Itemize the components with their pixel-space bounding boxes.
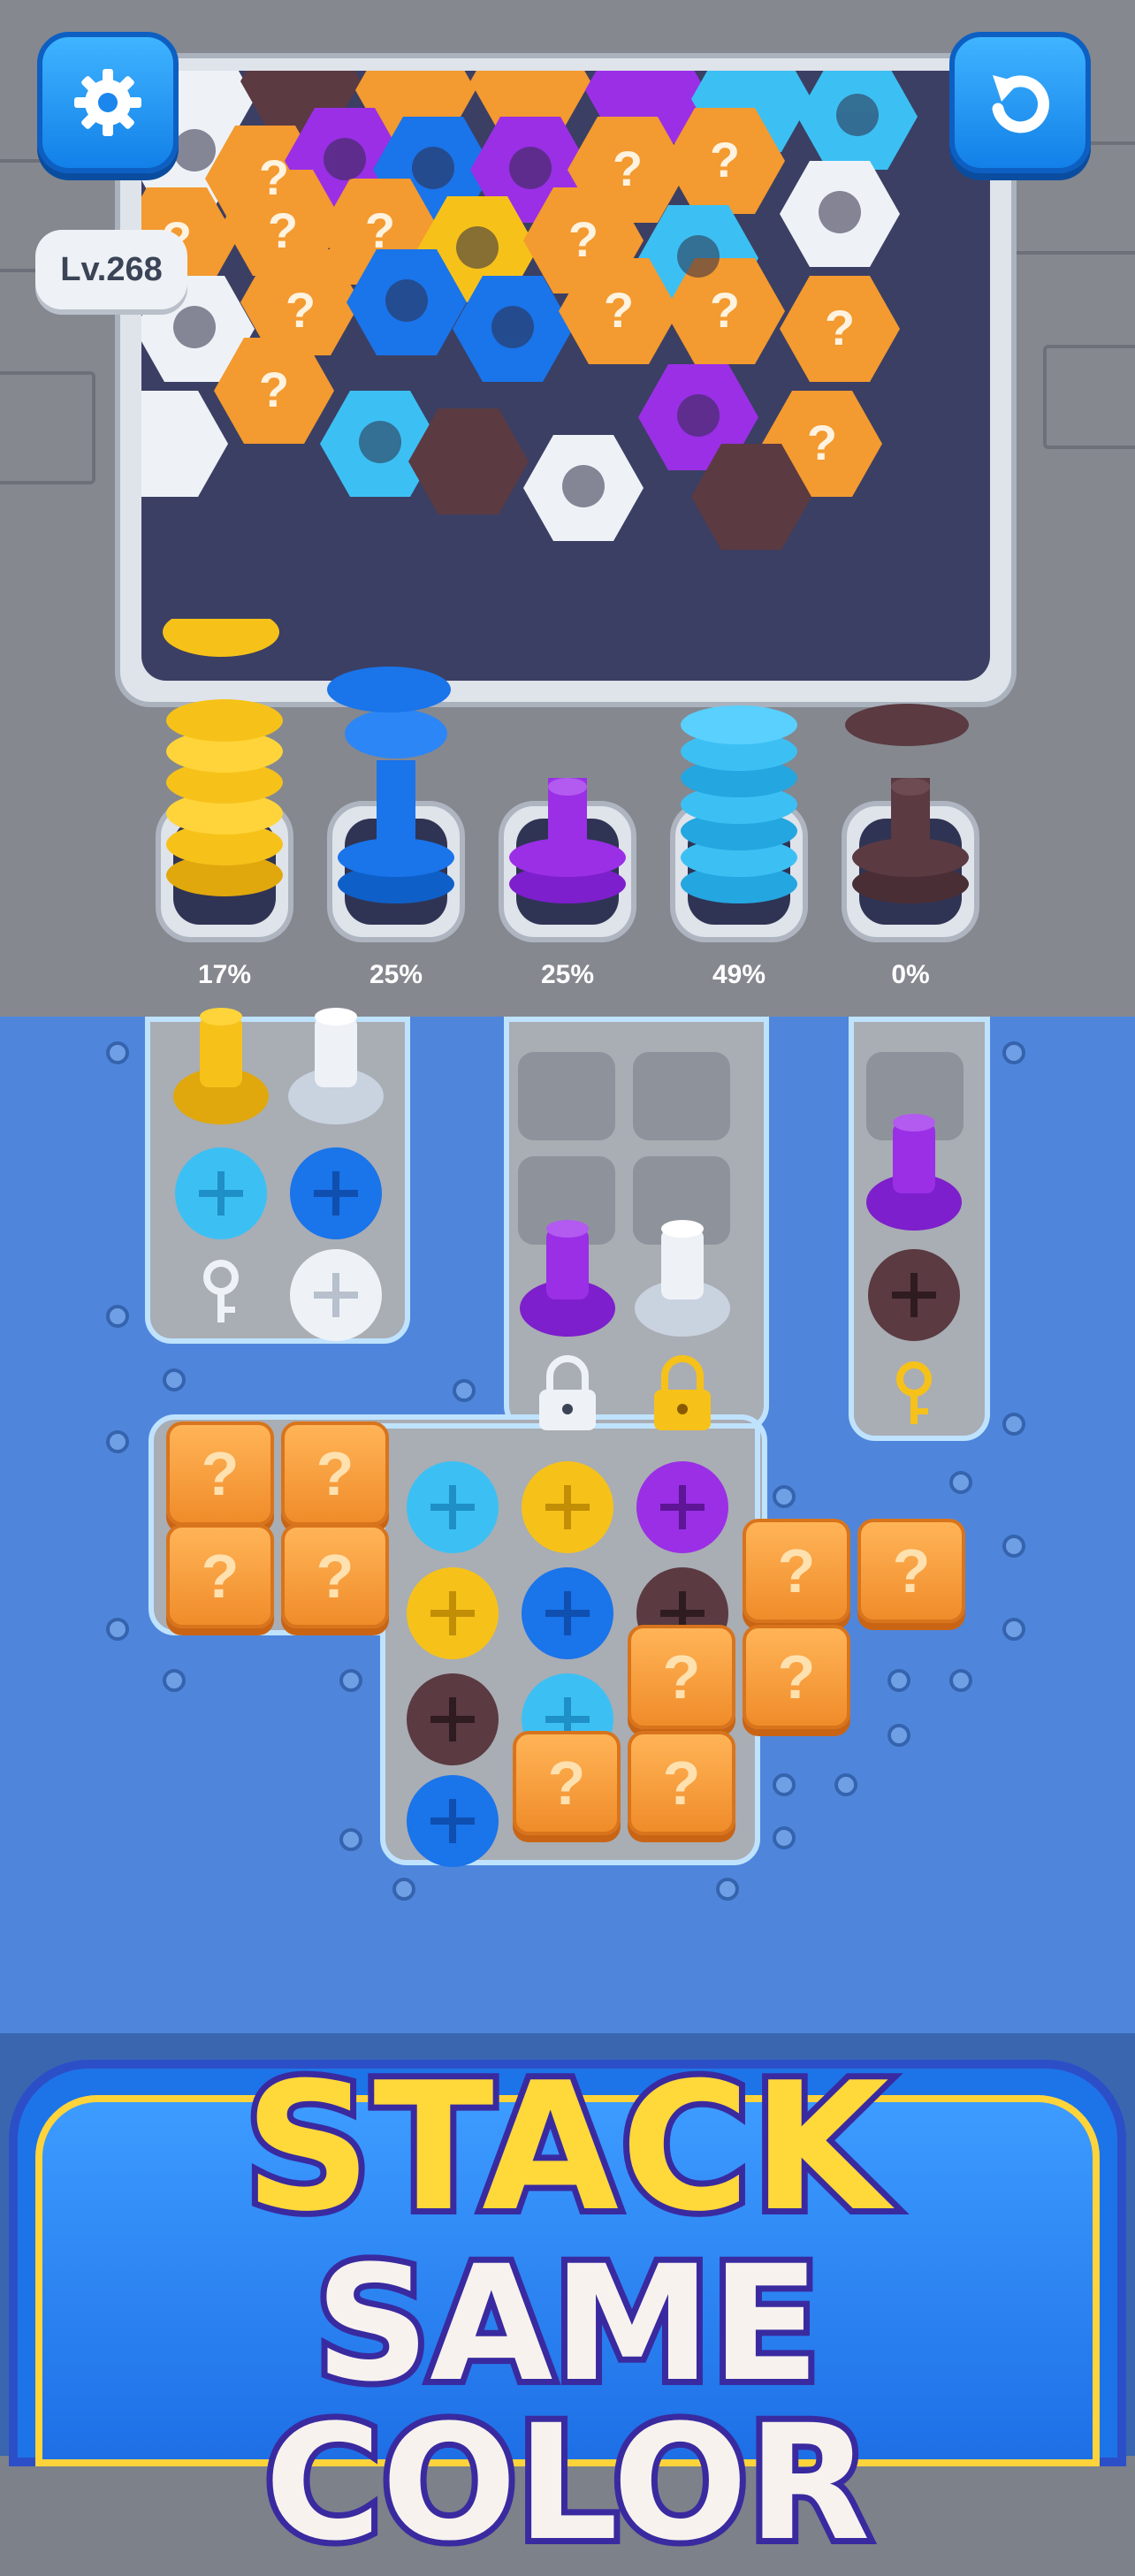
brown-nut-stack	[845, 704, 969, 903]
rivet	[949, 1669, 972, 1692]
peg-stacks	[163, 619, 969, 903]
rivet	[453, 1379, 476, 1402]
mystery-box[interactable]: ?	[628, 1625, 735, 1729]
key-icon	[896, 1361, 932, 1424]
settings-button[interactable]	[37, 32, 179, 173]
rivet	[339, 1669, 362, 1692]
blue-nut-stack	[327, 667, 454, 903]
mystery-box[interactable]: ?	[857, 1519, 965, 1623]
rivet	[339, 1828, 362, 1851]
mystery-box[interactable]: ?	[166, 1524, 274, 1628]
rivet	[716, 1878, 739, 1901]
key-icon	[203, 1260, 239, 1322]
svg-text:?: ?	[825, 300, 855, 355]
white-bolt	[635, 1220, 730, 1337]
rivet	[106, 1305, 129, 1328]
rivet	[773, 1773, 796, 1796]
rivet	[773, 1485, 796, 1508]
cyan-nut-stack	[681, 705, 797, 903]
level-badge: Lv.268	[35, 230, 187, 309]
purple-bolt	[866, 1114, 962, 1231]
peg-percent-brown: 0%	[891, 960, 930, 989]
banner-title-line1: STACK	[238, 2045, 895, 2251]
peg-percent-purple: 25%	[540, 960, 595, 989]
restart-button[interactable]	[949, 32, 1091, 173]
mystery-box[interactable]: ?	[166, 1421, 274, 1526]
mystery-box[interactable]: ?	[281, 1524, 389, 1628]
svg-text:?: ?	[604, 282, 634, 338]
lock-icon	[654, 1355, 711, 1430]
wall-brick	[1043, 345, 1135, 449]
rivet	[106, 1430, 129, 1453]
svg-text:?: ?	[286, 282, 316, 338]
rivet	[1002, 1535, 1025, 1558]
rivet	[106, 1041, 129, 1064]
svg-text:?: ?	[259, 149, 289, 205]
rivet	[1002, 1618, 1025, 1641]
purple-nut-stack	[509, 778, 626, 903]
yellow-nut-stack	[163, 619, 283, 896]
rivet	[949, 1471, 972, 1494]
svg-text:?: ?	[568, 211, 598, 267]
purple-bolt	[520, 1220, 615, 1337]
svg-text:?: ?	[613, 141, 643, 196]
rivet	[392, 1878, 415, 1901]
nut-stack-layer	[141, 71, 918, 550]
rivet	[887, 1724, 910, 1747]
mystery-box[interactable]: ?	[743, 1519, 850, 1623]
wall-brick	[0, 371, 95, 484]
mystery-box[interactable]: ?	[743, 1625, 850, 1729]
nut-pile: ? ??? ??? ??? ???	[141, 71, 990, 681]
rivet	[1002, 1413, 1025, 1436]
nut-pile-graphic: ? ??? ??? ??? ???	[141, 71, 918, 550]
svg-text:?: ?	[268, 202, 298, 258]
mystery-box[interactable]: ?	[628, 1731, 735, 1835]
rivet	[163, 1368, 186, 1391]
yellow-bolt	[173, 1008, 269, 1124]
peg-percent-yellow: 17%	[197, 960, 252, 989]
peg-percent-cyan: 49%	[712, 960, 766, 989]
peg-percent-blue: 25%	[369, 960, 423, 989]
rivet	[1002, 1041, 1025, 1064]
svg-text:?: ?	[710, 282, 740, 338]
gear-icon	[74, 69, 141, 136]
rivet	[834, 1773, 857, 1796]
svg-text:?: ?	[807, 415, 837, 470]
rivet	[773, 1826, 796, 1849]
lock-icon	[539, 1355, 596, 1430]
mystery-box[interactable]: ?	[281, 1421, 389, 1526]
mystery-box[interactable]: ?	[513, 1731, 621, 1835]
white-bolt	[288, 1008, 384, 1124]
rivet	[887, 1669, 910, 1692]
svg-text:?: ?	[259, 362, 289, 417]
restart-icon	[992, 75, 1049, 133]
rivet	[106, 1618, 129, 1641]
svg-text:?: ?	[365, 202, 395, 258]
rivet	[163, 1669, 186, 1692]
svg-text:?: ?	[710, 132, 740, 187]
banner-title-line2: SAME COLOR	[258, 2232, 876, 2576]
